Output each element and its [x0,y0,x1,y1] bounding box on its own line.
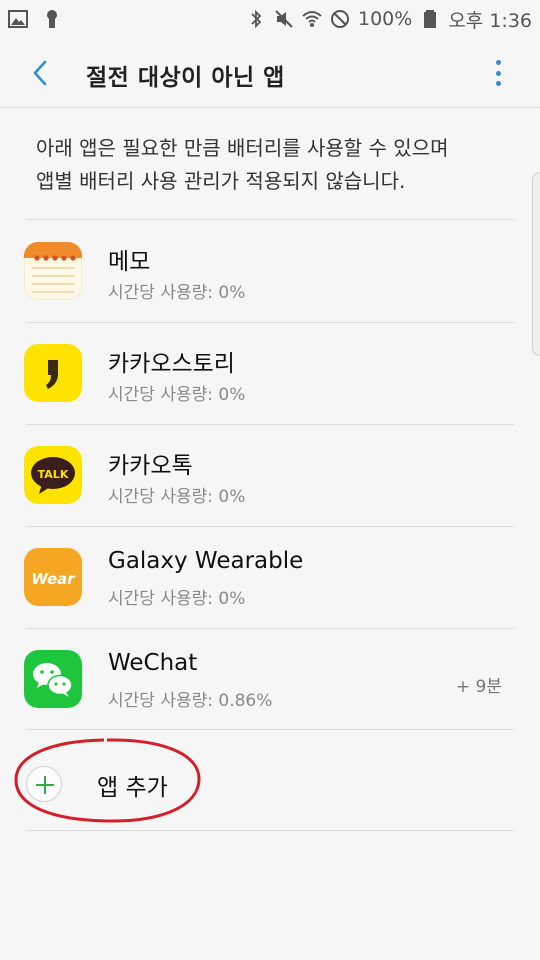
app-row-galaxy-wearable[interactable]: Wear Galaxy Wearable 시간당 사용량: 0% [0,526,540,628]
wechat-icon [24,650,82,708]
app-name: 카카오스토리 [108,351,235,377]
gallery-notification-icon [8,10,28,28]
kakaostory-icon [24,344,82,402]
app-row-kakaotalk[interactable]: TALK 카카오톡 시간당 사용량: 0% [0,424,540,526]
app-usage: 시간당 사용량: 0.86% [108,691,273,711]
galaxy-wearable-icon-text: Wear [31,570,76,588]
app-name: 카카오톡 [108,453,193,479]
description-line-2: 앱별 배터리 사용 관리가 적용되지 않습니다. [36,169,406,193]
app-row-kakaostory[interactable]: 카카오스토리 시간당 사용량: 0% [0,322,540,424]
description-text: 아래 앱은 필요한 만큼 배터리를 사용할 수 있으며 앱별 배터리 사용 관리… [36,132,506,198]
memo-icon [24,242,82,300]
app-row-wechat[interactable]: WeChat 시간당 사용량: 0.86% + 9분 [0,628,540,730]
app-usage: 시간당 사용량: 0% [108,283,246,303]
add-icon [26,766,62,802]
app-row-memo[interactable]: 메모 시간당 사용량: 0% [0,220,540,322]
mute-icon [275,10,293,28]
app-name: Galaxy Wearable [108,548,304,574]
description-line-1: 아래 앱은 필요한 만큼 배터리를 사용할 수 있으며 [36,136,449,160]
kakaotalk-icon-text: TALK [38,468,69,481]
divider [26,830,514,831]
app-bar: 절전 대상이 아닌 앱 [0,38,540,108]
app-name: WeChat [108,650,198,676]
status-bar: 100% 오후 1:36 [0,0,540,38]
add-app-label: 앱 추가 [97,775,168,801]
page-title: 절전 대상이 아닌 앱 [86,65,285,91]
app-usage: 시간당 사용량: 0% [108,385,246,405]
back-arrow-icon[interactable] [26,58,56,88]
kakaotalk-icon: TALK [24,446,82,504]
battery-icon [424,10,437,28]
lock-notification-icon [47,10,57,28]
bluetooth-icon [251,9,262,29]
scroll-indicator[interactable] [532,172,540,356]
wifi-icon [302,11,322,27]
app-usage: 시간당 사용량: 0% [108,487,246,507]
do-not-disturb-icon [331,10,349,28]
add-app-button[interactable]: 앱 추가 [0,730,540,830]
app-name: 메모 [108,249,151,275]
clock: 오후 1:36 [448,9,532,32]
battery-percent: 100% [358,8,413,30]
galaxy-wearable-icon: Wear [24,548,82,606]
app-usage: 시간당 사용량: 0% [108,589,246,609]
more-options-icon[interactable] [488,56,508,90]
extra-usage-time: + 9분 [455,677,502,697]
